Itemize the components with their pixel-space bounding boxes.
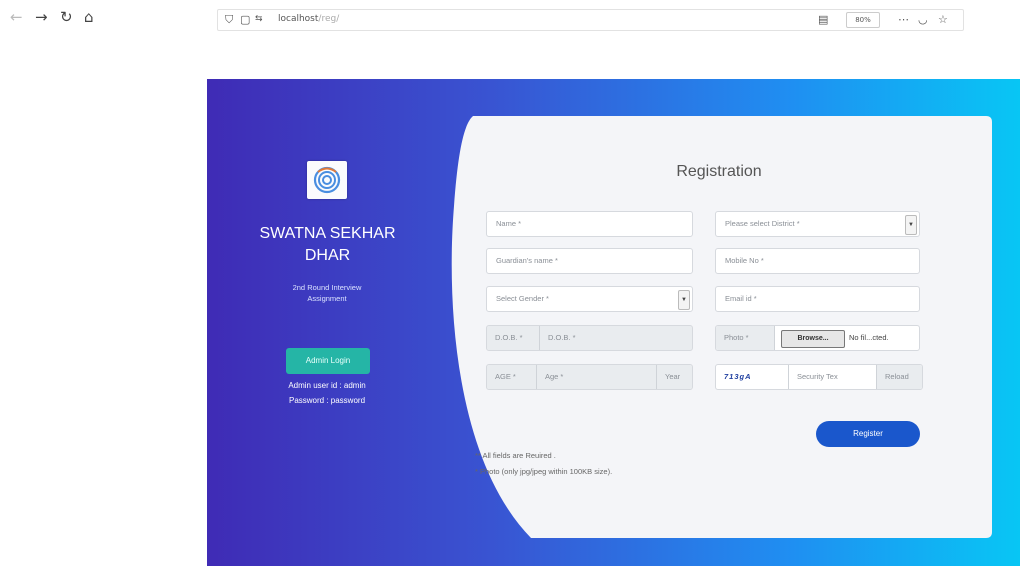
photo-group: Photo * Browse... No fil...cted. bbox=[715, 325, 920, 351]
name-input[interactable]: Name * bbox=[486, 211, 693, 237]
photo-note: * Photo (only jpg/jpeg within 100KB size… bbox=[475, 467, 613, 476]
logo-icon bbox=[313, 166, 341, 194]
captcha-image: 713gA bbox=[716, 365, 789, 389]
admin-user-text: Admin user id : admin bbox=[288, 381, 366, 390]
required-note: ** All fields are Reuired . bbox=[475, 451, 556, 460]
address-bar[interactable]: ⛉ ▢ ⇆ localhost/reg/ ▤ 80% ⋯ ◡ ☆ bbox=[217, 9, 964, 31]
dob-label: D.O.B. * bbox=[487, 326, 540, 350]
photo-label: Photo * bbox=[716, 326, 775, 350]
dob-group: D.O.B. * D.O.B. * bbox=[486, 325, 693, 351]
brand-name: SWATNA SEKHAR DHAR bbox=[235, 223, 420, 267]
age-group: AGE * Age * Year bbox=[486, 364, 693, 390]
year-label: Year bbox=[657, 365, 692, 389]
reader-icon[interactable]: ▤ bbox=[818, 12, 828, 27]
forward-icon[interactable]: → bbox=[35, 8, 48, 26]
district-select-text: Please select District * bbox=[725, 219, 800, 228]
zoom-level[interactable]: 80% bbox=[846, 12, 880, 28]
more-icon[interactable]: ⋯ bbox=[898, 12, 909, 27]
reload-icon[interactable]: ↻ bbox=[60, 8, 73, 26]
guardian-name-input[interactable]: Guardian's name * bbox=[486, 248, 693, 274]
reload-captcha-button[interactable]: Reload bbox=[877, 365, 922, 389]
password-text: Password : password bbox=[288, 396, 366, 405]
brand-name-line2: DHAR bbox=[304, 247, 351, 264]
mobile-input[interactable]: Mobile No * bbox=[715, 248, 920, 274]
registration-hero: SWATNA SEKHAR DHAR 2nd Round Interview A… bbox=[207, 79, 1020, 566]
age-input[interactable]: Age * bbox=[537, 365, 657, 389]
shield-icon[interactable]: ⛉ bbox=[225, 12, 233, 27]
captcha-group: 713gA Security Tex Reload bbox=[715, 364, 923, 390]
admin-login-button[interactable]: Admin Login bbox=[286, 348, 370, 374]
chevron-down-icon: ▼ bbox=[905, 215, 917, 235]
gender-select[interactable]: Select Gender * ▼ bbox=[486, 286, 693, 312]
logo bbox=[307, 161, 347, 199]
star-icon[interactable]: ☆ bbox=[938, 12, 948, 27]
pocket-icon[interactable]: ◡ bbox=[918, 12, 928, 27]
subtitle-line1: 2nd Round Interview bbox=[292, 283, 362, 292]
back-icon[interactable]: ← bbox=[10, 8, 23, 26]
subtitle: 2nd Round Interview Assignment bbox=[257, 282, 397, 304]
district-select[interactable]: Please select District * ▼ bbox=[715, 211, 920, 237]
chevron-down-icon: ▼ bbox=[678, 290, 690, 310]
form-title: Registration bbox=[676, 163, 762, 180]
browse-button[interactable]: Browse... bbox=[781, 330, 845, 348]
connection-icon[interactable]: ⇆ bbox=[255, 12, 263, 27]
gender-select-text: Select Gender * bbox=[496, 294, 549, 303]
security-text-input[interactable]: Security Tex bbox=[789, 365, 877, 389]
brand-name-line1: SWATNA SEKHAR bbox=[259, 225, 396, 242]
dob-input[interactable]: D.O.B. * bbox=[540, 326, 692, 350]
home-icon[interactable]: ⌂ bbox=[84, 8, 94, 26]
email-input[interactable]: Email id * bbox=[715, 286, 920, 312]
subtitle-line2: Assignment bbox=[307, 294, 347, 303]
age-label: AGE * bbox=[487, 365, 537, 389]
page-icon: ▢ bbox=[240, 13, 251, 26]
file-status: No fil...cted. bbox=[849, 333, 889, 342]
register-button[interactable]: Register bbox=[816, 421, 920, 447]
url-text[interactable]: localhost/reg/ bbox=[278, 13, 339, 26]
browser-toolbar: ← → ↻ ⌂ ⛉ ▢ ⇆ localhost/reg/ ▤ 80% ⋯ ◡ ☆ bbox=[0, 0, 1020, 38]
